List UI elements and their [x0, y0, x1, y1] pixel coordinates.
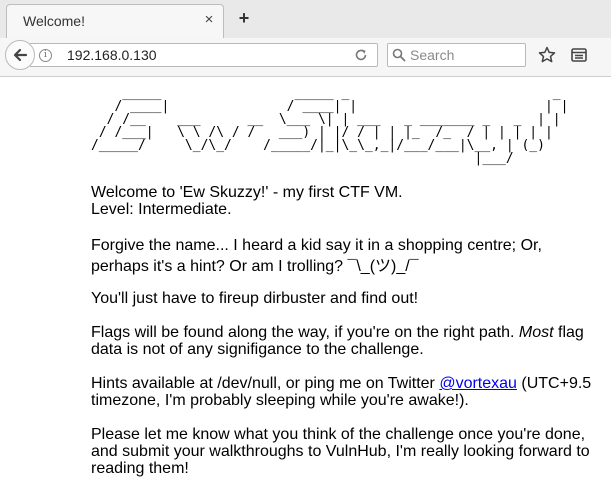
flags-emphasis: Most	[518, 324, 554, 341]
url-text[interactable]: 192.168.0.130	[67, 47, 157, 63]
dirbuster-paragraph: You'll just have to fireup dirbuster and…	[91, 290, 419, 307]
flags-paragraph: Flags will be found along the way, if yo…	[91, 324, 603, 358]
back-button[interactable]	[5, 40, 35, 70]
tab-title: Welcome!	[23, 13, 85, 29]
search-input[interactable]	[410, 46, 520, 64]
please-paragraph: Please let me know what you think of the…	[91, 426, 590, 477]
tab-welcome[interactable]: Welcome! ×	[6, 4, 224, 38]
search-icon	[392, 48, 406, 62]
twitter-link[interactable]: @vortexau	[439, 375, 517, 392]
back-arrow-icon	[13, 48, 28, 62]
ascii-banner: _____ _____ _ _ / ____| / ____| | | | / …	[91, 86, 569, 166]
navigation-bar: i 192.168.0.130	[0, 38, 611, 77]
forgive-paragraph: Forgive the name... I heard a kid say it…	[91, 237, 542, 275]
search-bar[interactable]	[387, 43, 526, 67]
hints-text-start: Hints available at /dev/null, or ping me…	[91, 375, 440, 392]
intro-line-1: Welcome to 'Ew Skuzzy!' - my first CTF V…	[91, 184, 403, 201]
hints-paragraph: Hints available at /dev/null, or ping me…	[91, 375, 603, 409]
flags-text-start: Flags will be found along the way, if yo…	[91, 324, 519, 341]
address-bar[interactable]: i 192.168.0.130	[30, 43, 378, 67]
intro-paragraph: Welcome to 'Ew Skuzzy!' - my first CTF V…	[91, 184, 603, 218]
reader-view-icon[interactable]	[570, 46, 588, 64]
star-icon[interactable]	[538, 46, 556, 64]
info-icon[interactable]: i	[39, 49, 52, 62]
page-content: _____ _____ _ _ / ____| / ____| | | | / …	[0, 77, 611, 502]
intro-line-2: Level: Intermediate.	[91, 201, 232, 218]
new-tab-icon[interactable]: +	[236, 9, 252, 27]
tab-strip: Welcome! × +	[0, 0, 611, 39]
reload-icon[interactable]	[353, 47, 369, 63]
close-icon[interactable]: ×	[201, 12, 217, 28]
